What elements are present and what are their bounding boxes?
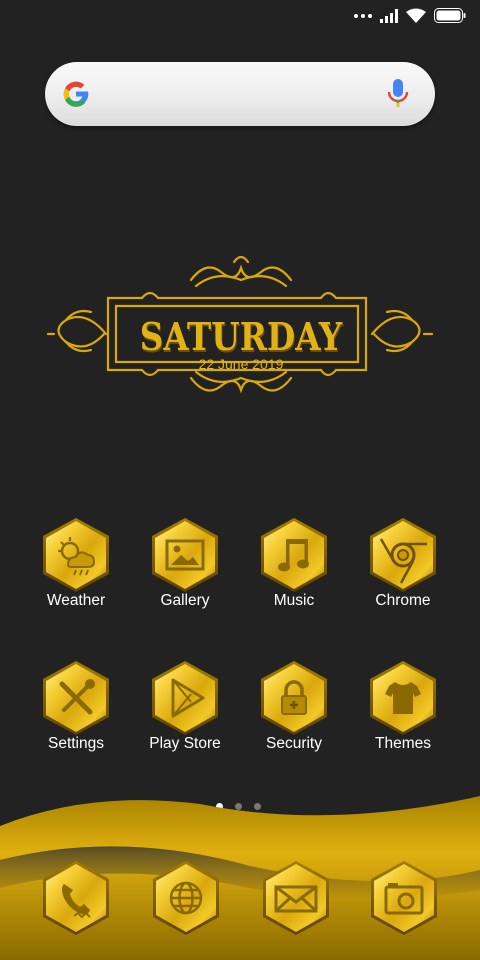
chrome-icon [379, 538, 427, 584]
app-label: Weather [46, 592, 106, 609]
app-weather[interactable]: Weather [21, 517, 131, 627]
signal-bars-icon [380, 8, 398, 23]
app-label: Settings [47, 735, 104, 752]
app-settings[interactable]: Settings [21, 660, 131, 770]
app-music[interactable]: Music [239, 517, 349, 627]
dock-phone[interactable] [42, 860, 110, 936]
date-text: 22 June 2019 [198, 356, 284, 372]
status-bar [0, 0, 480, 34]
google-search-bar[interactable] [45, 62, 435, 126]
app-label: Music [273, 592, 315, 609]
app-label: Play Store [149, 735, 221, 752]
app-security[interactable]: Security [239, 660, 349, 770]
app-label: Themes [375, 735, 431, 752]
app-gallery[interactable]: Gallery [130, 517, 240, 627]
battery-icon [434, 8, 466, 23]
lock-icon [281, 680, 307, 715]
google-logo-icon [63, 81, 89, 107]
app-label: Chrome [375, 592, 431, 609]
music-note-icon [278, 539, 309, 572]
date-widget[interactable]: SATURDAY 22 June 2019 [46, 250, 436, 400]
dock-camera[interactable] [370, 860, 438, 936]
gallery-icon [165, 539, 205, 571]
microphone-icon[interactable] [387, 78, 409, 110]
wrench-screwdriver-icon [59, 679, 95, 715]
signal-dots-icon [354, 13, 372, 18]
app-play-store[interactable]: Play Store [130, 660, 240, 770]
day-of-week: SATURDAY [139, 314, 343, 359]
app-label: Security [266, 735, 322, 752]
app-chrome[interactable]: Chrome [348, 517, 458, 627]
dock-browser[interactable] [152, 860, 220, 936]
dock-mail[interactable] [262, 860, 330, 936]
play-store-icon [171, 678, 205, 718]
tshirt-icon [385, 682, 421, 714]
wifi-icon [406, 8, 426, 23]
app-label: Gallery [160, 592, 210, 609]
weather-icon [58, 537, 96, 576]
app-themes[interactable]: Themes [348, 660, 458, 770]
